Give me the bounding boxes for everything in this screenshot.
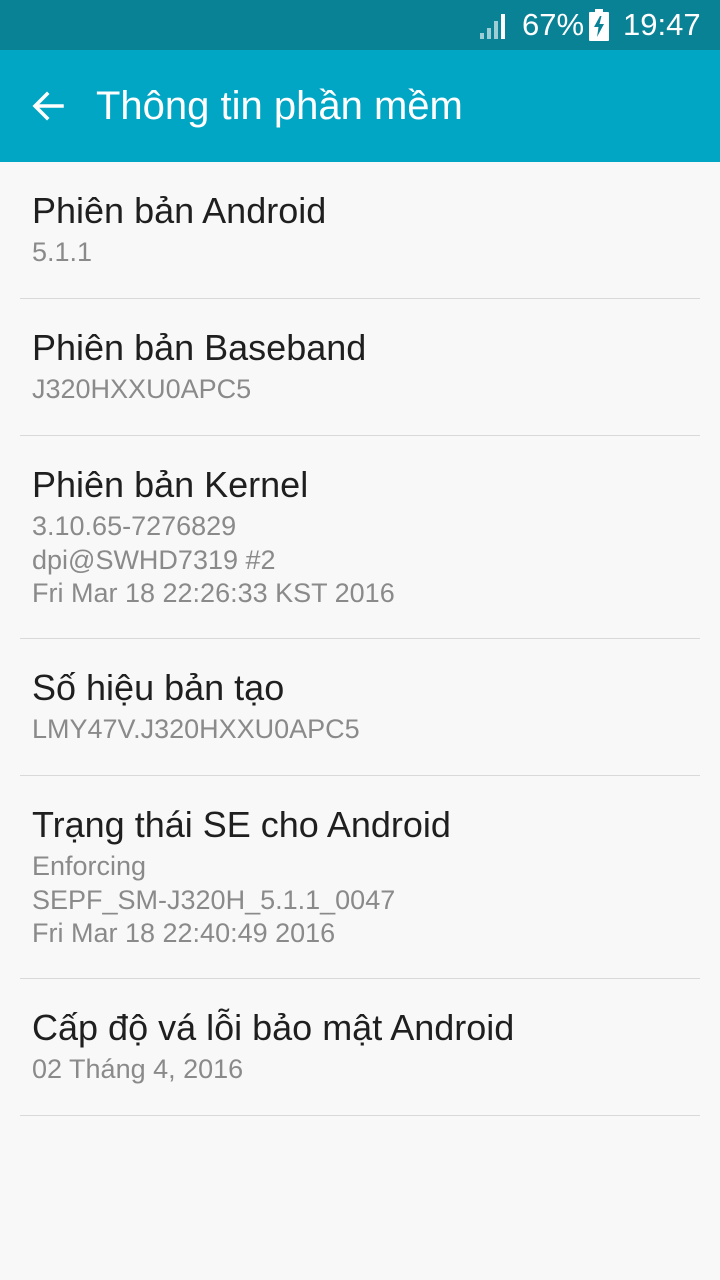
back-arrow-icon[interactable] bbox=[28, 86, 68, 126]
list-item-build-number[interactable]: Số hiệu bản tạo LMY47V.J320HXXU0APC5 bbox=[0, 639, 720, 776]
divider bbox=[20, 1115, 700, 1116]
item-title: Số hiệu bản tạo bbox=[32, 667, 285, 708]
item-value: Fri Mar 18 22:26:33 KST 2016 bbox=[32, 578, 395, 608]
item-value: dpi@SWHD7319 #2 bbox=[32, 544, 276, 575]
clock: 19:47 bbox=[623, 7, 701, 42]
list-item-kernel-version[interactable]: Phiên bản Kernel 3.10.65-7276829 dpi@SWH… bbox=[0, 436, 720, 639]
signal-icon bbox=[480, 14, 505, 39]
item-value: 02 Tháng 4, 2016 bbox=[32, 1054, 244, 1084]
page-title: Thông tin phần mềm bbox=[96, 84, 463, 128]
list-item-se-status[interactable]: Trạng thái SE cho Android Enforcing SEPF… bbox=[0, 776, 720, 979]
battery-percent: 67% bbox=[522, 7, 585, 42]
item-value: 5.1.1 bbox=[32, 237, 93, 267]
item-value: SEPF_SM-J320H_5.1.1_0047 bbox=[32, 884, 396, 915]
list-item-android-version[interactable]: Phiên bản Android 5.1.1 bbox=[0, 162, 720, 299]
settings-list: Phiên bản Android 5.1.1 Phiên bản Baseba… bbox=[0, 162, 720, 1116]
status-bar: 67% 19:47 bbox=[0, 0, 720, 50]
app-bar: Thông tin phần mềm bbox=[0, 50, 720, 162]
item-title: Phiên bản Android bbox=[32, 190, 327, 231]
item-value: Enforcing bbox=[32, 851, 147, 881]
list-item-baseband-version[interactable]: Phiên bản Baseband J320HXXU0APC5 bbox=[0, 299, 720, 436]
list-item-security-patch-level[interactable]: Cấp độ vá lỗi bảo mật Android 02 Tháng 4… bbox=[0, 979, 720, 1116]
item-title: Cấp độ vá lỗi bảo mật Android bbox=[32, 1007, 515, 1048]
item-title: Phiên bản Kernel bbox=[32, 464, 309, 505]
item-value: J320HXXU0APC5 bbox=[32, 374, 252, 404]
item-title: Phiên bản Baseband bbox=[32, 327, 367, 368]
battery-charging-icon bbox=[589, 9, 609, 41]
item-value: LMY47V.J320HXXU0APC5 bbox=[32, 714, 360, 744]
item-title: Trạng thái SE cho Android bbox=[32, 804, 451, 845]
item-value: Fri Mar 18 22:40:49 2016 bbox=[32, 918, 336, 948]
item-value: 3.10.65-7276829 bbox=[32, 511, 237, 541]
